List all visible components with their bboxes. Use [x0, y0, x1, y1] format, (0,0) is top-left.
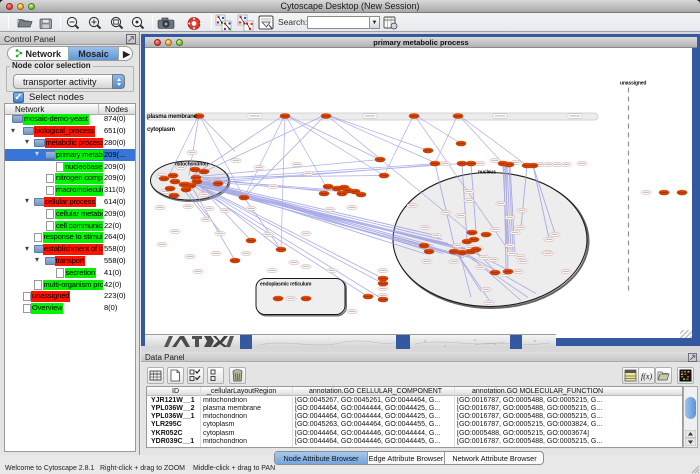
svg-text:mitochondrion: mitochondrion	[175, 161, 208, 167]
svg-text:endoplasmic reticulum: endoplasmic reticulum	[260, 281, 312, 287]
svg-text:cytoplasm: cytoplasm	[147, 127, 175, 133]
svg-text:f(x): f(x)	[641, 372, 652, 381]
svg-text:plasma membrane: plasma membrane	[147, 114, 198, 120]
svg-text:nucleus: nucleus	[478, 169, 496, 175]
svg-text:unassigned: unassigned	[620, 80, 646, 86]
